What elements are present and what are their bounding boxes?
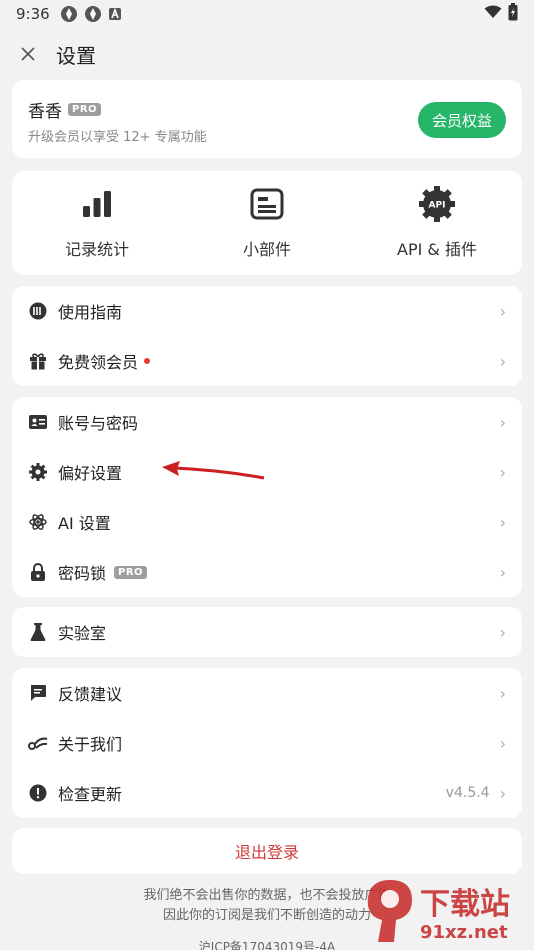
row-check-updates[interactable]: 检查更新 v4.5.4 › bbox=[12, 768, 522, 818]
lock-icon bbox=[28, 562, 48, 582]
chevron-right-icon: › bbox=[499, 783, 506, 803]
about-icon bbox=[28, 733, 48, 753]
pro-badge: PRO bbox=[68, 103, 102, 116]
settings-group-account: 账号与密码 › 偏好设置 › AI 设置 › 密码锁 PRO › bbox=[12, 397, 522, 597]
tool-widgets[interactable]: 小部件 bbox=[182, 171, 352, 275]
feedback-icon bbox=[28, 683, 48, 703]
watermark-cn: 下载站 bbox=[420, 887, 510, 922]
app-version: v4.5.4 bbox=[445, 785, 490, 801]
close-button[interactable] bbox=[16, 42, 40, 66]
row-lab[interactable]: 实验室 › bbox=[12, 607, 522, 657]
row-label: 账号与密码 bbox=[58, 414, 139, 433]
app-notification-icon bbox=[60, 5, 78, 23]
row-passcode-lock[interactable]: 密码锁 PRO › bbox=[12, 547, 522, 597]
app-bar: 设置 bbox=[0, 28, 534, 80]
row-account-password[interactable]: 账号与密码 › bbox=[12, 397, 522, 447]
row-label: 关于我们 bbox=[58, 735, 123, 754]
row-label: 反馈建议 bbox=[58, 685, 123, 704]
id-card-icon bbox=[28, 412, 48, 432]
watermark-domain: 91xz.net bbox=[420, 922, 508, 943]
chevron-right-icon: › bbox=[499, 301, 506, 321]
guide-icon bbox=[28, 301, 48, 321]
row-user-guide[interactable]: 使用指南 › bbox=[12, 286, 522, 336]
flask-icon bbox=[28, 622, 48, 642]
bar-chart-icon bbox=[82, 186, 112, 222]
status-bar: 9:36 bbox=[0, 0, 534, 28]
row-label: 检查更新 bbox=[58, 785, 123, 804]
gear-icon bbox=[28, 462, 48, 482]
chevron-right-icon: › bbox=[499, 733, 506, 753]
chevron-right-icon: › bbox=[499, 412, 506, 432]
page-title: 设置 bbox=[56, 43, 96, 68]
api-icon-text: API bbox=[429, 201, 446, 211]
member-name-row: 香香 PRO bbox=[28, 97, 102, 122]
alert-icon bbox=[28, 783, 48, 803]
tool-stats[interactable]: 记录统计 bbox=[12, 171, 182, 275]
row-label: 免费领会员 bbox=[58, 353, 139, 372]
member-benefits-button[interactable]: 会员权益 bbox=[417, 102, 506, 138]
row-ai-settings[interactable]: AI 设置 › bbox=[12, 497, 522, 547]
annotation-arrow bbox=[162, 461, 265, 480]
chevron-right-icon: › bbox=[499, 462, 506, 482]
pro-badge: PRO bbox=[114, 565, 148, 579]
chevron-right-icon: › bbox=[499, 512, 506, 532]
row-free-membership[interactable]: 免费领会员 › bbox=[12, 336, 522, 386]
new-dot-indicator bbox=[144, 358, 151, 364]
row-label: AI 设置 bbox=[58, 514, 111, 533]
member-card: 香香 PRO 升级会员以享受 12+ 专属功能 会员权益 bbox=[12, 80, 522, 158]
chevron-right-icon: › bbox=[499, 622, 506, 642]
api-icon: API bbox=[419, 186, 455, 222]
app-notification-icon bbox=[84, 5, 102, 23]
battery-icon bbox=[508, 3, 518, 25]
settings-group-lab: 实验室 › bbox=[12, 607, 522, 657]
site-watermark-logo: 下载站 91xz.net bbox=[367, 880, 510, 943]
row-label: 密码锁 bbox=[58, 564, 107, 583]
gift-icon bbox=[28, 351, 48, 371]
close-icon bbox=[21, 47, 35, 61]
tool-label: API & 插件 bbox=[397, 240, 477, 259]
wifi-icon bbox=[484, 5, 502, 23]
chevron-right-icon: › bbox=[499, 351, 506, 371]
tools-card: 记录统计 小部件 API API & 插件 bbox=[12, 171, 522, 275]
settings-group-help: 使用指南 › 免费领会员 › bbox=[12, 286, 522, 386]
tool-label: 记录统计 bbox=[64, 240, 129, 259]
tool-api[interactable]: API API & 插件 bbox=[352, 171, 522, 275]
status-time: 9:36 bbox=[16, 5, 50, 23]
member-name: 香香 bbox=[28, 102, 62, 122]
tool-label: 小部件 bbox=[242, 240, 291, 259]
row-label: 偏好设置 bbox=[58, 464, 123, 483]
row-about-us[interactable]: 关于我们 › bbox=[12, 718, 522, 768]
row-feedback[interactable]: 反馈建议 › bbox=[12, 668, 522, 718]
atom-icon bbox=[28, 512, 48, 532]
settings-group-about: 反馈建议 › 关于我们 › 检查更新 v4.5.4 › bbox=[12, 668, 522, 818]
widget-icon bbox=[250, 186, 284, 222]
a-notification-icon bbox=[108, 7, 122, 21]
logout-button[interactable]: 退出登录 bbox=[12, 828, 522, 874]
member-subtitle: 升级会员以享受 12+ 专属功能 bbox=[28, 130, 207, 145]
chevron-right-icon: › bbox=[499, 683, 506, 703]
row-label: 使用指南 bbox=[58, 303, 123, 322]
row-label: 实验室 bbox=[58, 624, 107, 643]
chevron-right-icon: › bbox=[499, 562, 506, 582]
